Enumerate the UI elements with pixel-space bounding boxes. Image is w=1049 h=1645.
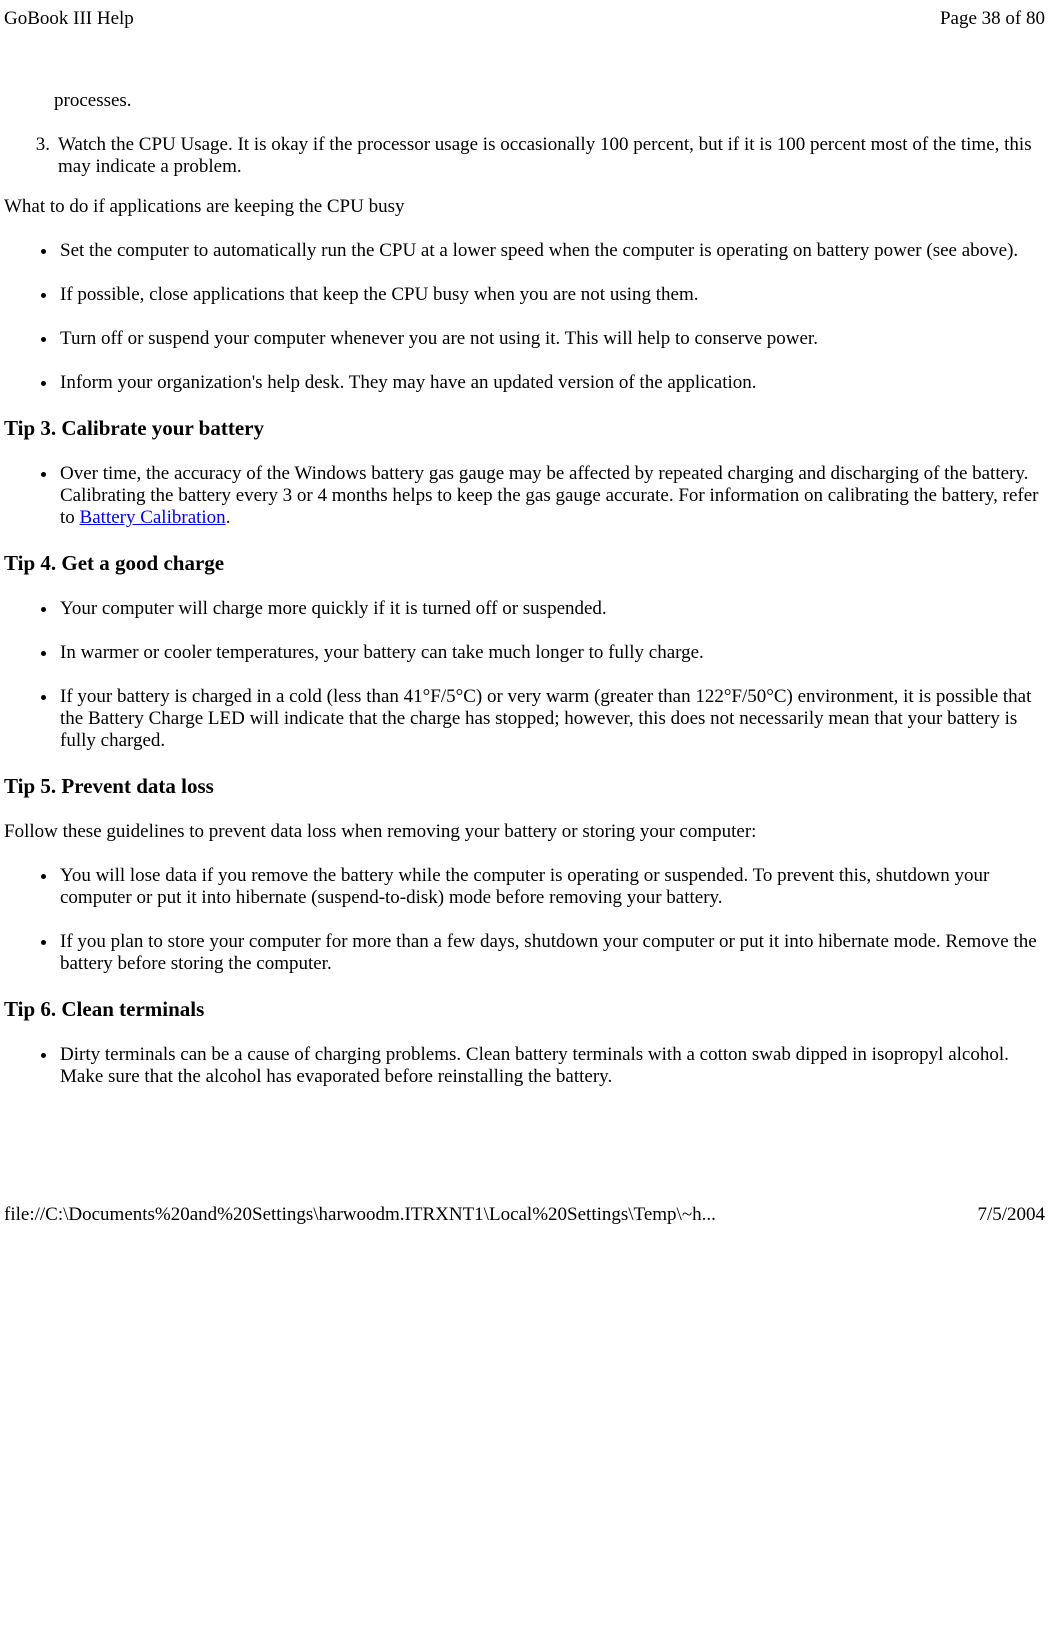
list-item: Turn off or suspend your computer whenev… <box>58 328 1045 350</box>
list-item: Inform your organization's help desk. Th… <box>58 372 1045 394</box>
footer-date: 7/5/2004 <box>977 1204 1045 1226</box>
list-item: Your computer will charge more quickly i… <box>58 598 1045 620</box>
page-footer: file://C:\Documents%20and%20Settings\har… <box>4 1110 1045 1234</box>
tip6-heading: Tip 6. Clean terminals <box>4 997 1045 1022</box>
list-item: In warmer or cooler temperatures, your b… <box>58 642 1045 664</box>
tip3-text-post: . <box>226 507 231 528</box>
document-body: processes. Watch the CPU Usage. It is ok… <box>4 90 1045 1088</box>
page-header: GoBook III Help Page 38 of 80 <box>4 0 1045 90</box>
list-item: Over time, the accuracy of the Windows b… <box>58 463 1045 529</box>
bullet-list-tip3: Over time, the accuracy of the Windows b… <box>4 463 1045 529</box>
list-item: You will lose data if you remove the bat… <box>58 865 1045 909</box>
list-item: Dirty terminals can be a cause of chargi… <box>58 1044 1045 1088</box>
list-item: Watch the CPU Usage. It is okay if the p… <box>24 134 1045 178</box>
tip4-heading: Tip 4. Get a good charge <box>4 551 1045 576</box>
continued-fragment: processes. <box>54 90 1045 112</box>
bullet-list-tip4: Your computer will charge more quickly i… <box>4 598 1045 752</box>
battery-calibration-link[interactable]: Battery Calibration <box>80 507 226 528</box>
section-intro: What to do if applications are keeping t… <box>4 196 1045 218</box>
header-title: GoBook III Help <box>4 8 134 30</box>
list-item: If possible, close applications that kee… <box>58 284 1045 306</box>
header-page-number: Page 38 of 80 <box>940 8 1045 30</box>
list-item: If your battery is charged in a cold (le… <box>58 686 1045 752</box>
numbered-list: Watch the CPU Usage. It is okay if the p… <box>4 134 1045 178</box>
tip5-heading: Tip 5. Prevent data loss <box>4 774 1045 799</box>
bullet-list-cpu-busy: Set the computer to automatically run th… <box>4 240 1045 394</box>
list-item: If you plan to store your computer for m… <box>58 931 1045 975</box>
list-item: Set the computer to automatically run th… <box>58 240 1045 262</box>
tip3-heading: Tip 3. Calibrate your battery <box>4 416 1045 441</box>
tip5-intro: Follow these guidelines to prevent data … <box>4 821 1045 843</box>
footer-path: file://C:\Documents%20and%20Settings\har… <box>4 1204 716 1226</box>
bullet-list-tip5: You will lose data if you remove the bat… <box>4 865 1045 975</box>
bullet-list-tip6: Dirty terminals can be a cause of chargi… <box>4 1044 1045 1088</box>
